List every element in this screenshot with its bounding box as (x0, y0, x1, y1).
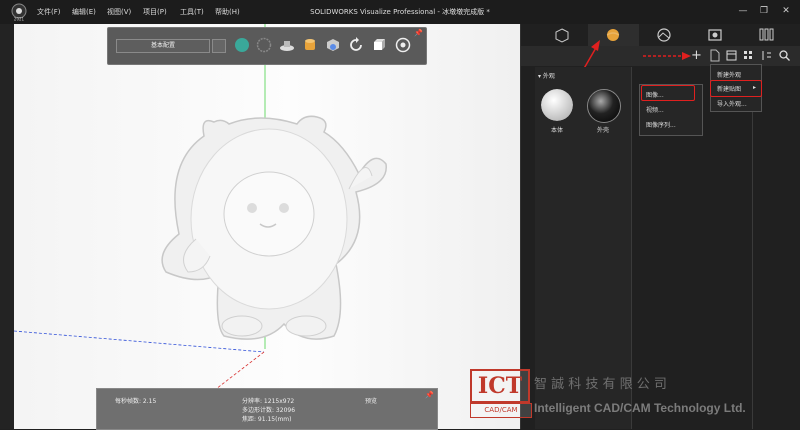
close-button[interactable]: ✕ (779, 4, 793, 18)
watermark-chinese-name: 智 誠 科 技 有 限 公 司 (534, 377, 667, 392)
search-icon[interactable] (778, 49, 791, 62)
cube-color-icon[interactable] (325, 37, 341, 53)
window-title: SOLIDWORKS Visualize Professional - 冰墩墩完… (310, 8, 490, 16)
render-sphere-icon[interactable] (256, 37, 272, 53)
camera-aperture-icon[interactable] (395, 37, 411, 53)
annotation-arrow-add (643, 52, 691, 60)
menu-view[interactable]: 视图(V) (107, 0, 131, 24)
thumbnail-shell-label: 外壳 (596, 127, 609, 134)
toolbar-pin-icon[interactable]: 📌 (414, 29, 423, 37)
menu-edit[interactable]: 编辑(E) (72, 0, 96, 24)
rotate-icon[interactable] (348, 37, 364, 53)
frame-rate-text: 每秒帧数: 2.15 (115, 398, 157, 405)
paint-bucket-icon[interactable] (302, 37, 318, 53)
appearances-section-header[interactable]: ▾ 外观 (538, 71, 555, 80)
new-file-icon[interactable] (708, 49, 721, 62)
menu-help[interactable]: 帮助(H) (215, 0, 240, 24)
viewport-scene (14, 24, 387, 429)
menu-tools[interactable]: 工具(T) (180, 0, 204, 24)
svg-text:2021: 2021 (14, 17, 25, 22)
cameras-tab[interactable] (690, 24, 741, 46)
turntable-icon[interactable] (279, 37, 295, 53)
status-pin-icon[interactable]: 📌 (425, 391, 434, 399)
focal-length-text: 焦距: 91.15(mm) (242, 416, 292, 423)
3d-viewport[interactable] (14, 24, 520, 429)
app-logo-icon[interactable]: 2021 (10, 3, 28, 21)
sort-icon[interactable] (760, 49, 773, 62)
menu-item-new-appearance[interactable]: 新建外观 (717, 70, 741, 79)
configuration-select[interactable]: 基本配置 (116, 39, 210, 53)
maximize-button[interactable]: ❐ (757, 4, 771, 18)
bing-dwen-dwen-model[interactable] (161, 115, 387, 340)
resolution-text: 分辨率: 1215x972 (242, 398, 295, 405)
left-strip (0, 24, 14, 429)
thumbnail-body[interactable] (541, 89, 573, 121)
calendar-icon[interactable] (725, 49, 738, 62)
preview-label: 预览 (365, 398, 378, 405)
status-overlay: 每秒帧数: 2.15 分辨率: 1215x972 多边形计数: 32096 焦距… (96, 388, 438, 430)
company-watermark: ICT CAD/CAM 智 誠 科 技 有 限 公 司 Intelligent … (470, 367, 800, 427)
annotation-box-new-texture (710, 80, 762, 97)
configuration-list-button[interactable] (212, 39, 226, 53)
menu-project[interactable]: 项目(P) (143, 0, 167, 24)
scenes-tab[interactable] (639, 24, 690, 46)
libraries-tab[interactable] (741, 24, 792, 46)
menu-item-image-sequence[interactable]: 图像序列... (646, 120, 676, 129)
box-3d-icon[interactable] (371, 37, 387, 53)
thumbnail-shell[interactable] (587, 89, 621, 123)
menu-item-video[interactable]: 视频... (646, 105, 664, 114)
grid-icon[interactable] (742, 49, 755, 62)
cadcam-tag: CAD/CAM (470, 403, 532, 418)
watermark-english-name: Intelligent CAD/CAM Technology Ltd. (534, 401, 746, 415)
title-bar: 2021 文件(F) 编辑(E) 视图(V) 项目(P) 工具(T) 帮助(H)… (0, 0, 800, 24)
menu-item-import-appearance[interactable]: 导入外观... (717, 99, 747, 108)
viewport-toolbar: 基本配置 📌 (107, 27, 427, 65)
thumbnail-body-label: 本体 (550, 127, 563, 134)
menu-file[interactable]: 文件(F) (37, 0, 61, 24)
sphere-icon[interactable] (234, 37, 250, 53)
polycount-text: 多边形计数: 32096 (242, 407, 296, 414)
ict-logo: ICT (470, 369, 530, 403)
minimize-button[interactable]: — (736, 4, 750, 18)
annotation-box-image (641, 85, 695, 101)
